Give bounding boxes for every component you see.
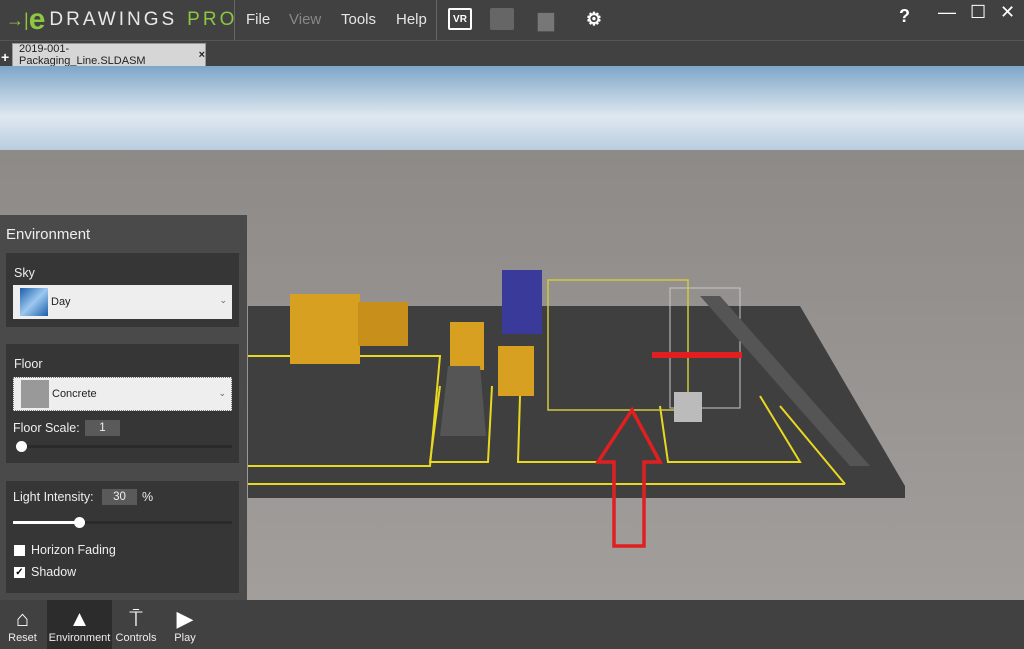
- chevron-down-icon: ⌄: [219, 295, 227, 306]
- sky-thumbnail: [20, 288, 48, 316]
- menu-help[interactable]: Help: [396, 11, 427, 28]
- help-icon[interactable]: ?: [899, 6, 910, 27]
- horizon-fading-checkbox[interactable]: [14, 545, 25, 556]
- forklift: [290, 294, 360, 364]
- floor-scale-label: Floor Scale:: [13, 421, 80, 435]
- machine: [502, 270, 542, 334]
- crate: [450, 322, 484, 370]
- title-bar: →|eDRAWINGSPRO File View Tools Help VR ▆…: [0, 0, 1024, 40]
- tab-close-icon[interactable]: ×: [199, 49, 205, 61]
- sky-section: Sky Day ⌄: [6, 253, 239, 327]
- panel-title: Environment: [6, 226, 90, 243]
- percent-label: %: [142, 490, 153, 504]
- vr-controller-icon: ⍑: [113, 600, 159, 632]
- cabinet: [674, 392, 702, 422]
- floor-scale-slider[interactable]: [16, 445, 232, 448]
- sky-label: Sky: [14, 266, 35, 280]
- sky-dropdown[interactable]: Day ⌄: [13, 285, 232, 319]
- floor-label: Floor: [14, 357, 42, 371]
- home-icon: ⌂: [0, 600, 45, 632]
- shadow-label: Shadow: [31, 565, 76, 579]
- document-tab[interactable]: 2019-001-Packaging_Line.SLDASM ×: [12, 43, 206, 67]
- tab-label: 2019-001-Packaging_Line.SLDASM: [19, 43, 189, 67]
- crate: [498, 346, 534, 396]
- environment-panel: Environment Sky Day ⌄ Floor Concrete ⌄ Flo…: [0, 215, 247, 600]
- light-intensity-slider-handle[interactable]: [74, 517, 85, 528]
- sky: [0, 66, 1024, 150]
- environment-button[interactable]: ▲Environment: [47, 600, 112, 649]
- light-intensity-label: Light Intensity:: [13, 490, 94, 504]
- mountain-icon: ▲: [47, 600, 112, 632]
- light-intensity-fill: [13, 521, 79, 524]
- tab-bar: + 2019-001-Packaging_Line.SLDASM ×: [0, 40, 1024, 66]
- controls-button[interactable]: ⍑Controls: [113, 600, 159, 649]
- reset-button[interactable]: ⌂Reset: [0, 600, 45, 649]
- chevron-down-icon: ⌄: [218, 388, 226, 399]
- save-icon[interactable]: [490, 8, 514, 30]
- floor-thumbnail: [21, 380, 49, 408]
- vr-open-icon[interactable]: VR: [448, 8, 472, 30]
- light-intensity-input[interactable]: 30: [102, 489, 137, 505]
- vr-headset-play-icon: ▶: [162, 600, 208, 632]
- play-button[interactable]: ▶Play: [162, 600, 208, 649]
- menu-view[interactable]: View: [289, 11, 321, 28]
- floor-scale-slider-handle[interactable]: [16, 441, 27, 452]
- maximize-button[interactable]: ☐: [970, 2, 986, 23]
- horizon-fading-label: Horizon Fading: [31, 543, 116, 557]
- menu-file[interactable]: File: [246, 11, 270, 28]
- menu-tools[interactable]: Tools: [341, 11, 376, 28]
- minimize-button[interactable]: —: [938, 2, 956, 23]
- floor-value: Concrete: [52, 388, 97, 400]
- rail: [652, 352, 742, 358]
- lighting-section: Light Intensity: 30 % Horizon Fading ✓ S…: [6, 481, 239, 593]
- print-icon[interactable]: ▆: [534, 8, 558, 30]
- close-button[interactable]: ✕: [1000, 2, 1015, 23]
- shadow-checkbox[interactable]: ✓: [14, 567, 25, 578]
- floor-section: Floor Concrete ⌄ Floor Scale: 1: [6, 344, 239, 463]
- sky-value: Day: [51, 296, 71, 308]
- conveyor: [440, 366, 486, 436]
- floor-dropdown[interactable]: Concrete ⌄: [13, 377, 232, 411]
- edrawings-logo: →|eDRAWINGSPRO: [6, 4, 237, 36]
- bottom-toolbar: ⌂Reset ▲Environment ⍑Controls ▶Play: [0, 600, 1024, 649]
- floor-scale-input[interactable]: 1: [85, 420, 120, 436]
- crate: [358, 302, 408, 346]
- new-tab-button[interactable]: +: [1, 49, 9, 65]
- vr-settings-icon[interactable]: ⚙: [582, 8, 606, 30]
